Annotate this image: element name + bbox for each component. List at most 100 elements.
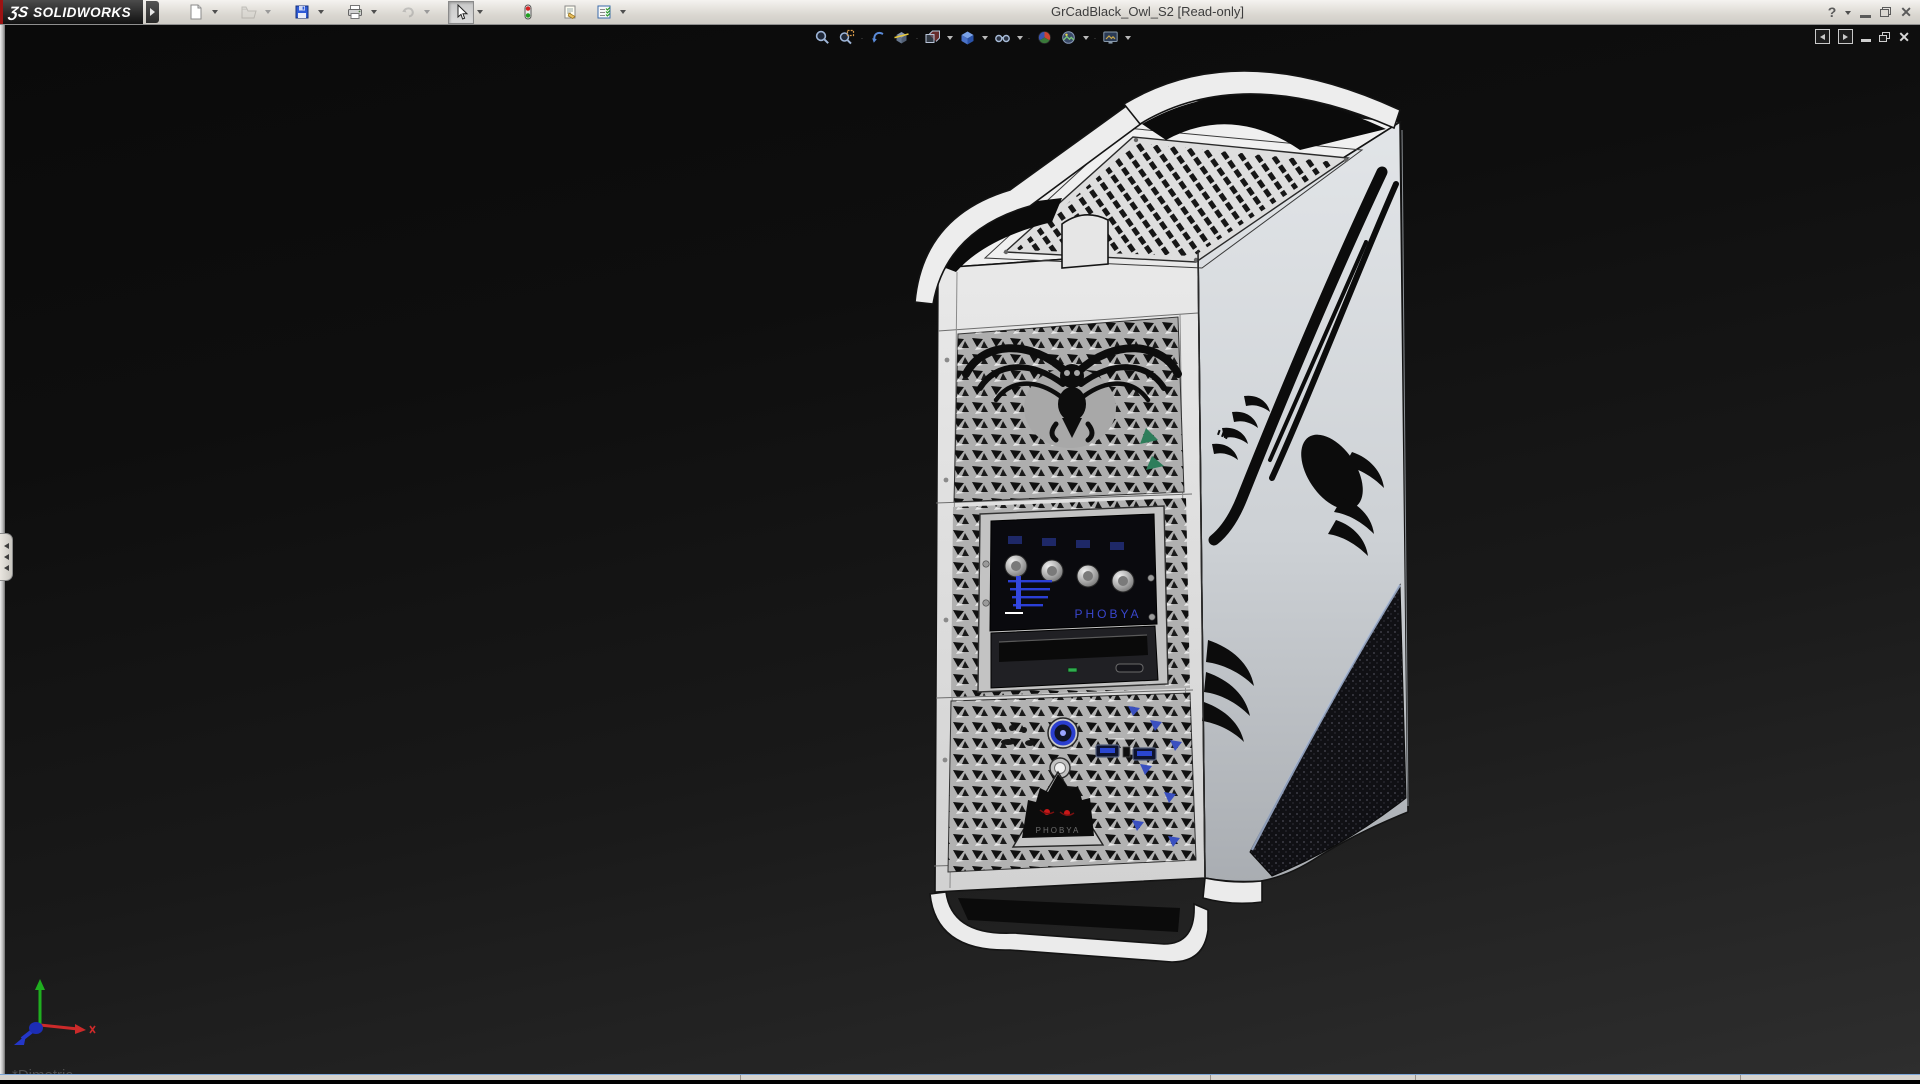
solidworks-logo-mark-icon: ƷS [7, 3, 30, 21]
toolbar-separator: · [915, 32, 919, 43]
open-document-dropdown[interactable] [262, 2, 273, 23]
flyout-arrow-icon [150, 8, 156, 16]
minimize-button[interactable] [1860, 14, 1872, 18]
drive-led [1067, 667, 1078, 673]
fan-controller-brand-text: PHOBYA [1074, 607, 1141, 621]
save-floppy-icon [295, 5, 309, 19]
apply-scene-dropdown[interactable] [1082, 28, 1090, 47]
standard-toolbar [183, 0, 644, 24]
statusbar-sliver [0, 1074, 1920, 1080]
previous-view-button[interactable] [867, 28, 888, 47]
new-document-button[interactable] [183, 1, 209, 24]
hide-show-items-dropdown[interactable] [1016, 28, 1024, 47]
model-owl-pc-case[interactable]: PHOBYA PHOBYA [0, 0, 1920, 1080]
view-settings-dropdown[interactable] [1124, 28, 1132, 47]
print-button[interactable] [342, 1, 368, 24]
toolbar-separator: · [1027, 32, 1031, 43]
toggle-right-pane-button[interactable] [1838, 29, 1854, 44]
badge-brand-text: PHOBYA [1036, 826, 1081, 835]
titlebar: ƷS SOLIDWORKS [0, 0, 1920, 25]
file-properties-icon [564, 5, 576, 19]
menu-flyout-button[interactable] [146, 1, 160, 23]
x-axis-arrow-icon [75, 1024, 86, 1034]
reference-triad [14, 979, 96, 1045]
open-folder-icon [241, 6, 257, 19]
undo-button[interactable] [395, 1, 421, 24]
eyeglasses-icon [995, 34, 1010, 43]
solidworks-brand-name: SOLIDWORKS [33, 4, 132, 20]
new-document-dropdown[interactable] [209, 2, 220, 23]
view-settings-icon [1103, 31, 1118, 44]
window-controls: ? ✕ [1828, 0, 1912, 24]
x-axis [39, 1023, 79, 1031]
document-title: GrCadBlack_Owl_S2 [Read-only] [1051, 4, 1244, 19]
collapse-arrow-icon [3, 554, 9, 560]
solidworks-app: { "titlebar": { "brand_mark": "ƷS", "bra… [0, 0, 1920, 1084]
rebuild-traffic-light-icon [524, 4, 532, 20]
view-orientation-cube-icon [925, 30, 940, 43]
undo-dropdown[interactable] [421, 2, 432, 23]
print-icon [348, 5, 363, 19]
zoom-to-area-button[interactable] [836, 28, 857, 47]
options-button[interactable] [591, 1, 617, 24]
toggle-left-pane-button[interactable] [1815, 29, 1831, 44]
collapse-arrow-icon [3, 565, 9, 571]
doc-restore-button[interactable] [1879, 31, 1891, 42]
appearance-ball-icon [1038, 31, 1051, 44]
zoom-to-area-icon [839, 29, 855, 45]
view-orientation-button[interactable] [922, 28, 943, 47]
collapse-arrow-icon [3, 543, 9, 549]
doc-close-button[interactable]: ✕ [1898, 30, 1910, 44]
heads-up-view-toolbar: · · · · [812, 28, 1132, 47]
restore-button[interactable] [1880, 7, 1892, 17]
open-document-button[interactable] [236, 1, 262, 24]
left-arrow-icon [1820, 33, 1826, 40]
optical-drive [990, 625, 1159, 689]
previous-view-icon [872, 31, 884, 43]
solidworks-logo: ƷS SOLIDWORKS [0, 0, 144, 24]
y-axis-arrow-icon [35, 979, 45, 990]
zoom-to-fit-button[interactable] [812, 28, 833, 47]
print-dropdown[interactable] [368, 2, 379, 23]
doc-minimize-button[interactable] [1861, 39, 1872, 42]
toolbar-separator: · [1093, 32, 1097, 43]
edit-appearance-button[interactable] [1034, 28, 1055, 47]
x-axis-label-mark [89, 1025, 96, 1034]
front-owl-mesh-panel [953, 316, 1185, 503]
options-checklist-icon [597, 5, 611, 19]
toolbar-separator: · [860, 32, 864, 43]
options-dropdown[interactable] [617, 2, 628, 23]
select-tool-dropdown[interactable] [474, 2, 485, 23]
document-window-controls: ✕ [1815, 29, 1910, 44]
help-icon[interactable]: ? [1828, 4, 1837, 20]
new-document-icon [190, 4, 202, 20]
select-tool-button[interactable] [448, 0, 475, 24]
zoom-to-fit-icon [815, 30, 829, 44]
help-dropdown-icon[interactable] [1845, 11, 1852, 15]
apply-scene-button[interactable] [1058, 28, 1079, 47]
display-style-cube-icon [961, 31, 974, 45]
fan-controller: PHOBYA [982, 513, 1158, 632]
undo-icon [402, 7, 414, 18]
right-arrow-icon [1843, 33, 1849, 40]
section-view-icon [894, 32, 909, 44]
select-cursor-icon [457, 4, 469, 20]
view-orientation-dropdown[interactable] [946, 28, 954, 47]
save-dropdown[interactable] [315, 2, 326, 23]
panel-collapse-handle[interactable] [0, 533, 13, 581]
front-foot-opening [958, 898, 1180, 932]
z-axis-arrow-icon [14, 1035, 26, 1045]
file-properties-button[interactable] [557, 1, 583, 24]
display-style-button[interactable] [957, 28, 978, 47]
view-settings-button[interactable] [1100, 28, 1121, 47]
close-button[interactable]: ✕ [1900, 5, 1912, 19]
save-button[interactable] [289, 1, 315, 24]
drive-bay-section: PHOBYA [951, 498, 1190, 697]
display-style-dropdown[interactable] [981, 28, 989, 47]
drive-eject-button [1115, 663, 1144, 673]
hide-show-items-button[interactable] [992, 28, 1013, 47]
section-view-button[interactable] [891, 28, 912, 47]
triad-origin [29, 1022, 43, 1034]
power-button [1047, 717, 1079, 749]
rebuild-button[interactable] [515, 1, 541, 24]
